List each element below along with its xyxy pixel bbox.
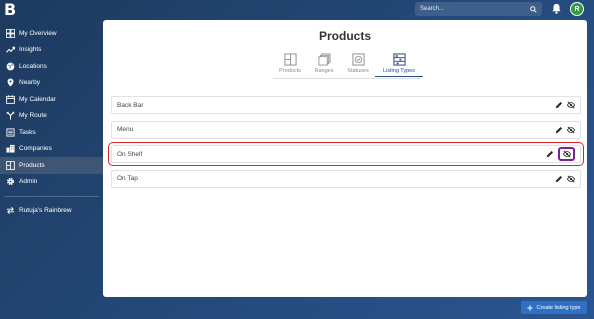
tab-label: Ranges — [314, 68, 334, 74]
statuses-tab-icon — [351, 53, 365, 66]
gear-icon — [6, 178, 15, 186]
eye-slash-icon — [567, 125, 575, 134]
list-item-label: Back Bar — [117, 101, 144, 109]
building-icon — [6, 145, 15, 153]
ranges-tab-icon — [318, 53, 330, 66]
list-item-highlighted: On Shelf — [108, 142, 584, 166]
tab-bar: Products Ranges Statuses Listing Types — [273, 53, 423, 77]
eye-slash-icon — [567, 174, 575, 183]
sidebar-divider — [4, 196, 99, 197]
tab-listing-types[interactable]: Listing Types — [375, 53, 423, 77]
sidebar-item-products[interactable]: Products — [0, 157, 103, 174]
list-item-label: On Shelf — [117, 150, 143, 158]
sidebar-item-companies[interactable]: Companies — [0, 141, 103, 158]
pencil-icon[interactable] — [555, 101, 563, 109]
sidebar-item-insights[interactable]: Insights — [0, 42, 103, 59]
search-placeholder: Search... — [420, 6, 445, 12]
search-icon — [530, 5, 537, 13]
sidebar-item-my-overview[interactable]: My Overview — [0, 25, 103, 42]
list-item-label: Menu — [117, 126, 134, 133]
tab-ranges[interactable]: Ranges — [307, 53, 341, 77]
brewery-switcher[interactable]: Rutuja's Rainbrew — [0, 202, 103, 219]
tab-label: Listing Types — [382, 68, 415, 74]
eye-slash-icon — [567, 101, 575, 109]
list-item: On Tap — [111, 169, 581, 188]
sidebar-item-label: My Overview — [19, 29, 57, 37]
products-icon — [6, 160, 15, 170]
pencil-icon[interactable] — [555, 175, 563, 183]
app-logo[interactable]: B — [4, 0, 18, 19]
list-item-label: On Tap — [117, 175, 138, 182]
sidebar-item-my-route[interactable]: My Route — [0, 108, 103, 125]
list-item: Menu — [111, 120, 581, 139]
trend-icon — [6, 46, 15, 53]
dashboard-icon — [6, 28, 15, 38]
sidebar-item-label: Locations — [19, 62, 47, 70]
route-icon — [6, 111, 15, 120]
pencil-icon[interactable] — [555, 126, 563, 134]
search-input[interactable]: Search... — [415, 2, 542, 16]
page-title: Products — [318, 29, 371, 43]
main-panel: Products Products Ranges Statuses Listin… — [103, 20, 587, 297]
bell-icon[interactable] — [551, 3, 562, 14]
hide-toggle[interactable] — [567, 101, 575, 109]
sidebar-item-label: My Route — [19, 112, 47, 120]
sidebar-item-admin[interactable]: Admin — [0, 174, 103, 191]
sidebar: My Overview Insights Locations Nearby My… — [0, 25, 103, 219]
sidebar-item-tasks[interactable]: Tasks — [0, 124, 103, 141]
tasks-icon — [6, 128, 15, 137]
sidebar-item-locations[interactable]: Locations — [0, 58, 103, 75]
list-item: Back Bar — [111, 96, 581, 114]
products-tab-icon — [283, 53, 297, 66]
brewery-name: Rutuja's Rainbrew — [19, 206, 72, 214]
listing-types-tab-icon — [392, 53, 406, 66]
hide-toggle[interactable] — [567, 174, 575, 183]
create-button-label: Create listing type — [536, 304, 581, 311]
sidebar-item-label: Nearby — [19, 79, 40, 87]
sidebar-item-nearby[interactable]: Nearby — [0, 75, 103, 92]
plus-icon — [527, 304, 534, 311]
tab-label: Statuses — [347, 68, 369, 74]
sidebar-item-label: Admin — [19, 178, 38, 186]
globe-icon — [6, 62, 15, 71]
sidebar-item-label: Tasks — [19, 128, 36, 136]
tab-products[interactable]: Products — [273, 53, 307, 77]
tab-label: Products — [279, 68, 301, 74]
listing-types-list: Back Bar Menu On Shelf On Tap — [108, 96, 584, 194]
sidebar-item-label: Companies — [19, 145, 52, 153]
sidebar-item-label: My Calendar — [19, 95, 56, 103]
pin-icon — [7, 78, 14, 87]
tab-statuses[interactable]: Statuses — [341, 53, 375, 77]
create-listing-type-button[interactable]: Create listing type — [521, 301, 587, 314]
sidebar-item-my-calendar[interactable]: My Calendar — [0, 91, 103, 108]
sidebar-item-label: Insights — [19, 46, 42, 54]
hide-toggle[interactable] — [567, 125, 575, 134]
avatar[interactable]: R — [570, 2, 584, 16]
sidebar-item-label: Products — [19, 161, 45, 169]
tab-divider — [273, 78, 421, 79]
calendar-icon — [6, 95, 15, 104]
pencil-icon[interactable] — [546, 150, 554, 158]
eye-slash-icon — [562, 150, 571, 158]
hide-toggle-focused[interactable] — [558, 147, 575, 161]
swap-icon — [6, 206, 15, 214]
